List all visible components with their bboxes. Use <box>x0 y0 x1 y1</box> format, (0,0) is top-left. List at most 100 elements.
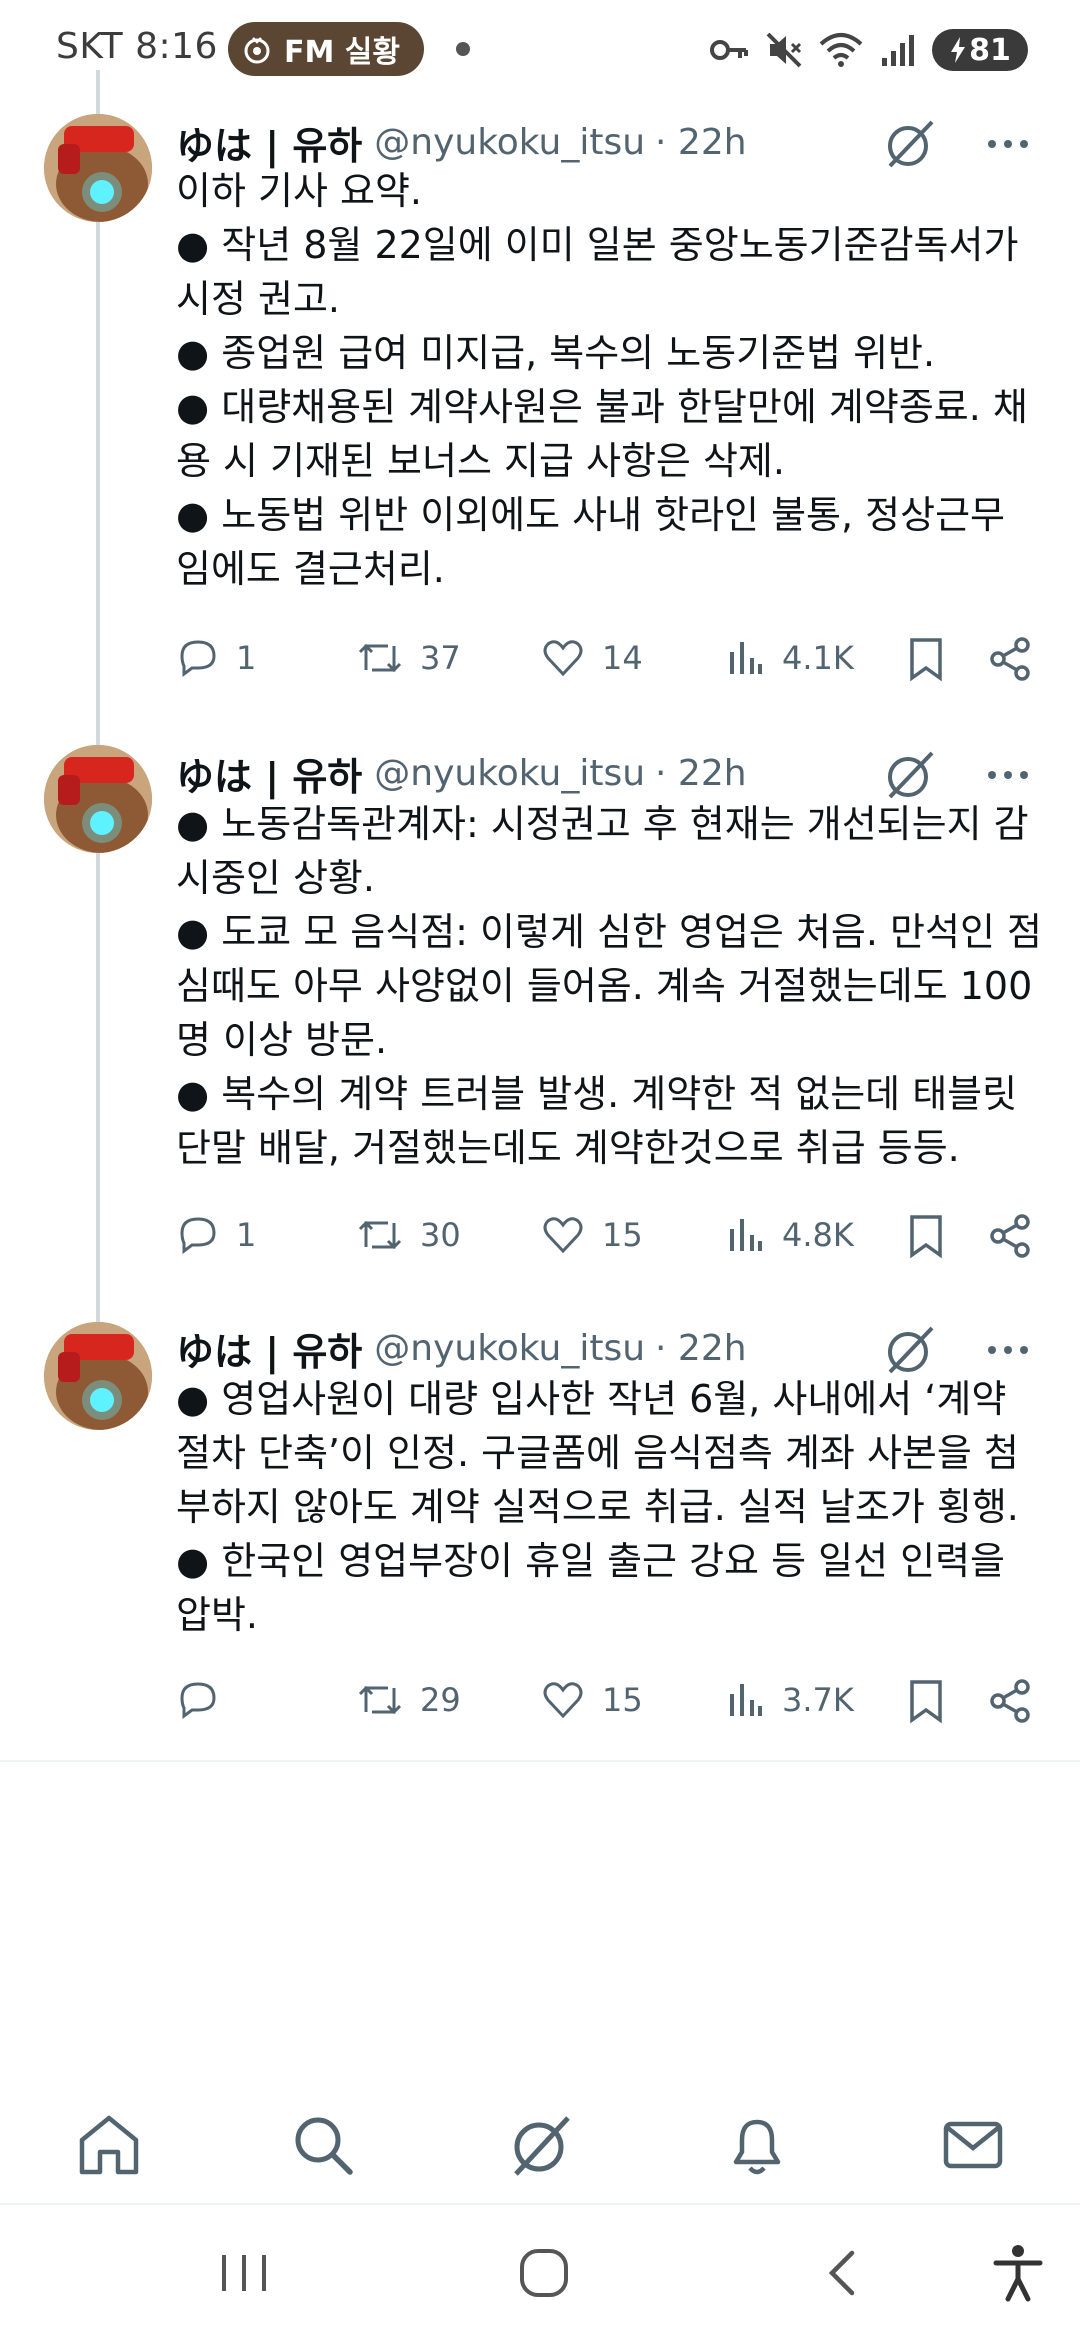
battery-indicator: 81 <box>932 29 1028 71</box>
feed-divider <box>0 1760 1080 1762</box>
views-button[interactable]: 4.1K <box>726 628 854 688</box>
tweet-line: 용 시 기재된 보너스 지급 사항은 삭제. <box>176 439 785 483</box>
tweet-header: ゆは | 유하 @nyukoku_itsu · 22h <box>176 743 1044 803</box>
status-icons: 81 <box>708 22 1028 78</box>
avatar[interactable] <box>44 114 152 222</box>
soundwave-icon <box>244 37 270 64</box>
home-icon[interactable] <box>74 2110 144 2180</box>
tweet[interactable]: ゆは | 유하 @nyukoku_itsu · 22h ● 영업사원이 대량 입… <box>0 1310 1080 1762</box>
battery-level: 81 <box>969 32 1011 68</box>
reply-icon <box>180 640 216 677</box>
bottom-navigation <box>0 2090 1080 2200</box>
like-button[interactable]: 15 <box>540 1205 643 1265</box>
tweet-header: ゆは | 유하 @nyukoku_itsu · 22h <box>176 1318 1044 1378</box>
live-activity-pill[interactable]: FM 실황 <box>228 22 424 76</box>
tweet-line: ● 한국인 영업부장이 휴일 출근 강요 등 일선 인력을 <box>176 1539 1005 1583</box>
tweet-line: 단말 배달, 거절했는데도 계약한것으로 취급 등등. <box>176 1126 960 1170</box>
notifications-icon[interactable] <box>722 2110 792 2180</box>
view-count: 4.8K <box>782 1216 854 1254</box>
accessibility-icon[interactable] <box>986 2241 1050 2305</box>
tweet-line: ● 작년 8월 22일에 이미 일본 중앙노동기준감독서가 <box>176 223 1019 267</box>
tweet-time[interactable]: · 22h <box>655 122 747 163</box>
author-handle[interactable]: @nyukoku_itsu <box>374 753 645 794</box>
retweet-button[interactable]: 29 <box>356 1670 461 1730</box>
retweet-button[interactable]: 30 <box>356 1205 461 1265</box>
share-icon[interactable] <box>988 636 1032 682</box>
retweet-button[interactable]: 37 <box>356 628 461 688</box>
bookmark-icon[interactable] <box>906 636 946 682</box>
tweet-line: 심때도 아무 사양없이 들어옴. 계속 거절했는데도 100 <box>176 964 1033 1008</box>
messages-icon[interactable] <box>938 2110 1008 2180</box>
tweet-line: ● 대량채용된 계약사원은 불과 한달만에 계약종료. 채 <box>176 385 1028 429</box>
share-icon[interactable] <box>988 1213 1032 1259</box>
retweet-icon <box>358 643 402 673</box>
author-name[interactable]: ゆは | 유하 <box>176 746 362 801</box>
system-navigation-bar <box>0 2205 1080 2340</box>
signal-icon <box>882 35 914 66</box>
reply-button[interactable] <box>176 1670 236 1730</box>
mute-icon <box>766 32 802 68</box>
status-bar: SKT 8:16 FM 실황 81 <box>0 0 1080 100</box>
view-count: 3.7K <box>782 1681 854 1719</box>
like-count: 15 <box>602 1216 643 1254</box>
bookmark-icon[interactable] <box>906 1213 946 1259</box>
avatar[interactable] <box>44 745 152 853</box>
analytics-icon <box>730 642 762 674</box>
tweet-header: ゆは | 유하 @nyukoku_itsu · 22h <box>176 112 1044 172</box>
like-button[interactable]: 15 <box>540 1670 643 1730</box>
avatar[interactable] <box>44 1322 152 1430</box>
like-count: 14 <box>602 639 643 677</box>
reply-count: 1 <box>236 639 257 677</box>
grok-icon[interactable] <box>882 1322 938 1378</box>
tweet-line: 부하지 않아도 계약 실적으로 취급. 실적 날조가 횡행. <box>176 1485 1019 1529</box>
views-button[interactable]: 4.8K <box>726 1205 854 1265</box>
tweet-time[interactable]: · 22h <box>655 753 747 794</box>
heart-icon <box>543 1682 583 1719</box>
charging-icon <box>951 37 966 63</box>
pill-label: FM 실황 <box>284 35 400 70</box>
heart-icon <box>543 640 583 677</box>
reply-button[interactable]: 1 <box>176 1205 256 1265</box>
grok-icon[interactable] <box>506 2110 576 2180</box>
tweet-actions: 1 30 15 4.8K <box>176 1205 1044 1265</box>
tweet-line: 절차 단축’이 인정. 구글폼에 음식점측 계좌 사본을 첨 <box>176 1431 1019 1475</box>
tweet-text: ● 노동감독관계자: 시정권고 후 현재는 개선되는지 감 시중인 상황. ● … <box>176 797 1042 1175</box>
author-name[interactable]: ゆは | 유하 <box>176 1321 362 1376</box>
bookmark-icon[interactable] <box>906 1678 946 1724</box>
search-icon[interactable] <box>288 2110 358 2180</box>
tweet-line: 명 이상 방문. <box>176 1018 388 1062</box>
tweet-line: ● 도쿄 모 음식점: 이렇게 심한 영업은 처음. 만석인 점 <box>176 910 1042 954</box>
more-options-icon[interactable] <box>980 747 1036 803</box>
more-options-icon[interactable] <box>980 1322 1036 1378</box>
tweet[interactable]: ゆは | 유하 @nyukoku_itsu · 22h 이하 기사 요약. ● … <box>0 70 1080 735</box>
like-button[interactable]: 14 <box>540 628 643 688</box>
tweet-time[interactable]: · 22h <box>655 1328 747 1369</box>
views-button[interactable]: 3.7K <box>726 1670 854 1730</box>
tweet-line: 임에도 결근처리. <box>176 547 445 591</box>
view-count: 4.1K <box>782 639 854 677</box>
retweet-count: 30 <box>420 1216 461 1254</box>
back-icon[interactable] <box>812 2241 876 2305</box>
grok-icon[interactable] <box>882 747 938 803</box>
tweet-line: ● 영업사원이 대량 입사한 작년 6월, 사내에서 ‘계약 <box>176 1377 1007 1421</box>
share-icon[interactable] <box>988 1678 1032 1724</box>
author-handle[interactable]: @nyukoku_itsu <box>374 1328 645 1369</box>
reply-icon <box>180 1217 216 1254</box>
notification-dot <box>456 42 470 56</box>
tweet-line: ● 노동법 위반 이외에도 사내 핫라인 불통, 정상근무 <box>176 493 1005 537</box>
home-circle-icon[interactable] <box>512 2241 576 2305</box>
reply-button[interactable]: 1 <box>176 628 256 688</box>
author-name[interactable]: ゆは | 유하 <box>176 115 362 170</box>
tweet-line: 시정 권고. <box>176 277 340 321</box>
tweet-actions: 29 15 3.7K <box>176 1670 1044 1730</box>
tweet-line: ● 노동감독관계자: 시정권고 후 현재는 개선되는지 감 <box>176 802 1029 846</box>
author-handle[interactable]: @nyukoku_itsu <box>374 122 645 163</box>
retweet-count: 37 <box>420 639 461 677</box>
capybara-avatar-image <box>44 114 152 222</box>
retweet-count: 29 <box>420 1681 461 1719</box>
recents-icon[interactable] <box>212 2241 276 2305</box>
tweet-line: 압박. <box>176 1593 258 1637</box>
tweet-text: ● 영업사원이 대량 입사한 작년 6월, 사내에서 ‘계약 절차 단축’이 인… <box>176 1372 1040 1642</box>
tweet-line: 이하 기사 요약. <box>176 169 422 213</box>
tweet[interactable]: ゆは | 유하 @nyukoku_itsu · 22h ● 노동감독관계자: 시… <box>0 735 1080 1325</box>
